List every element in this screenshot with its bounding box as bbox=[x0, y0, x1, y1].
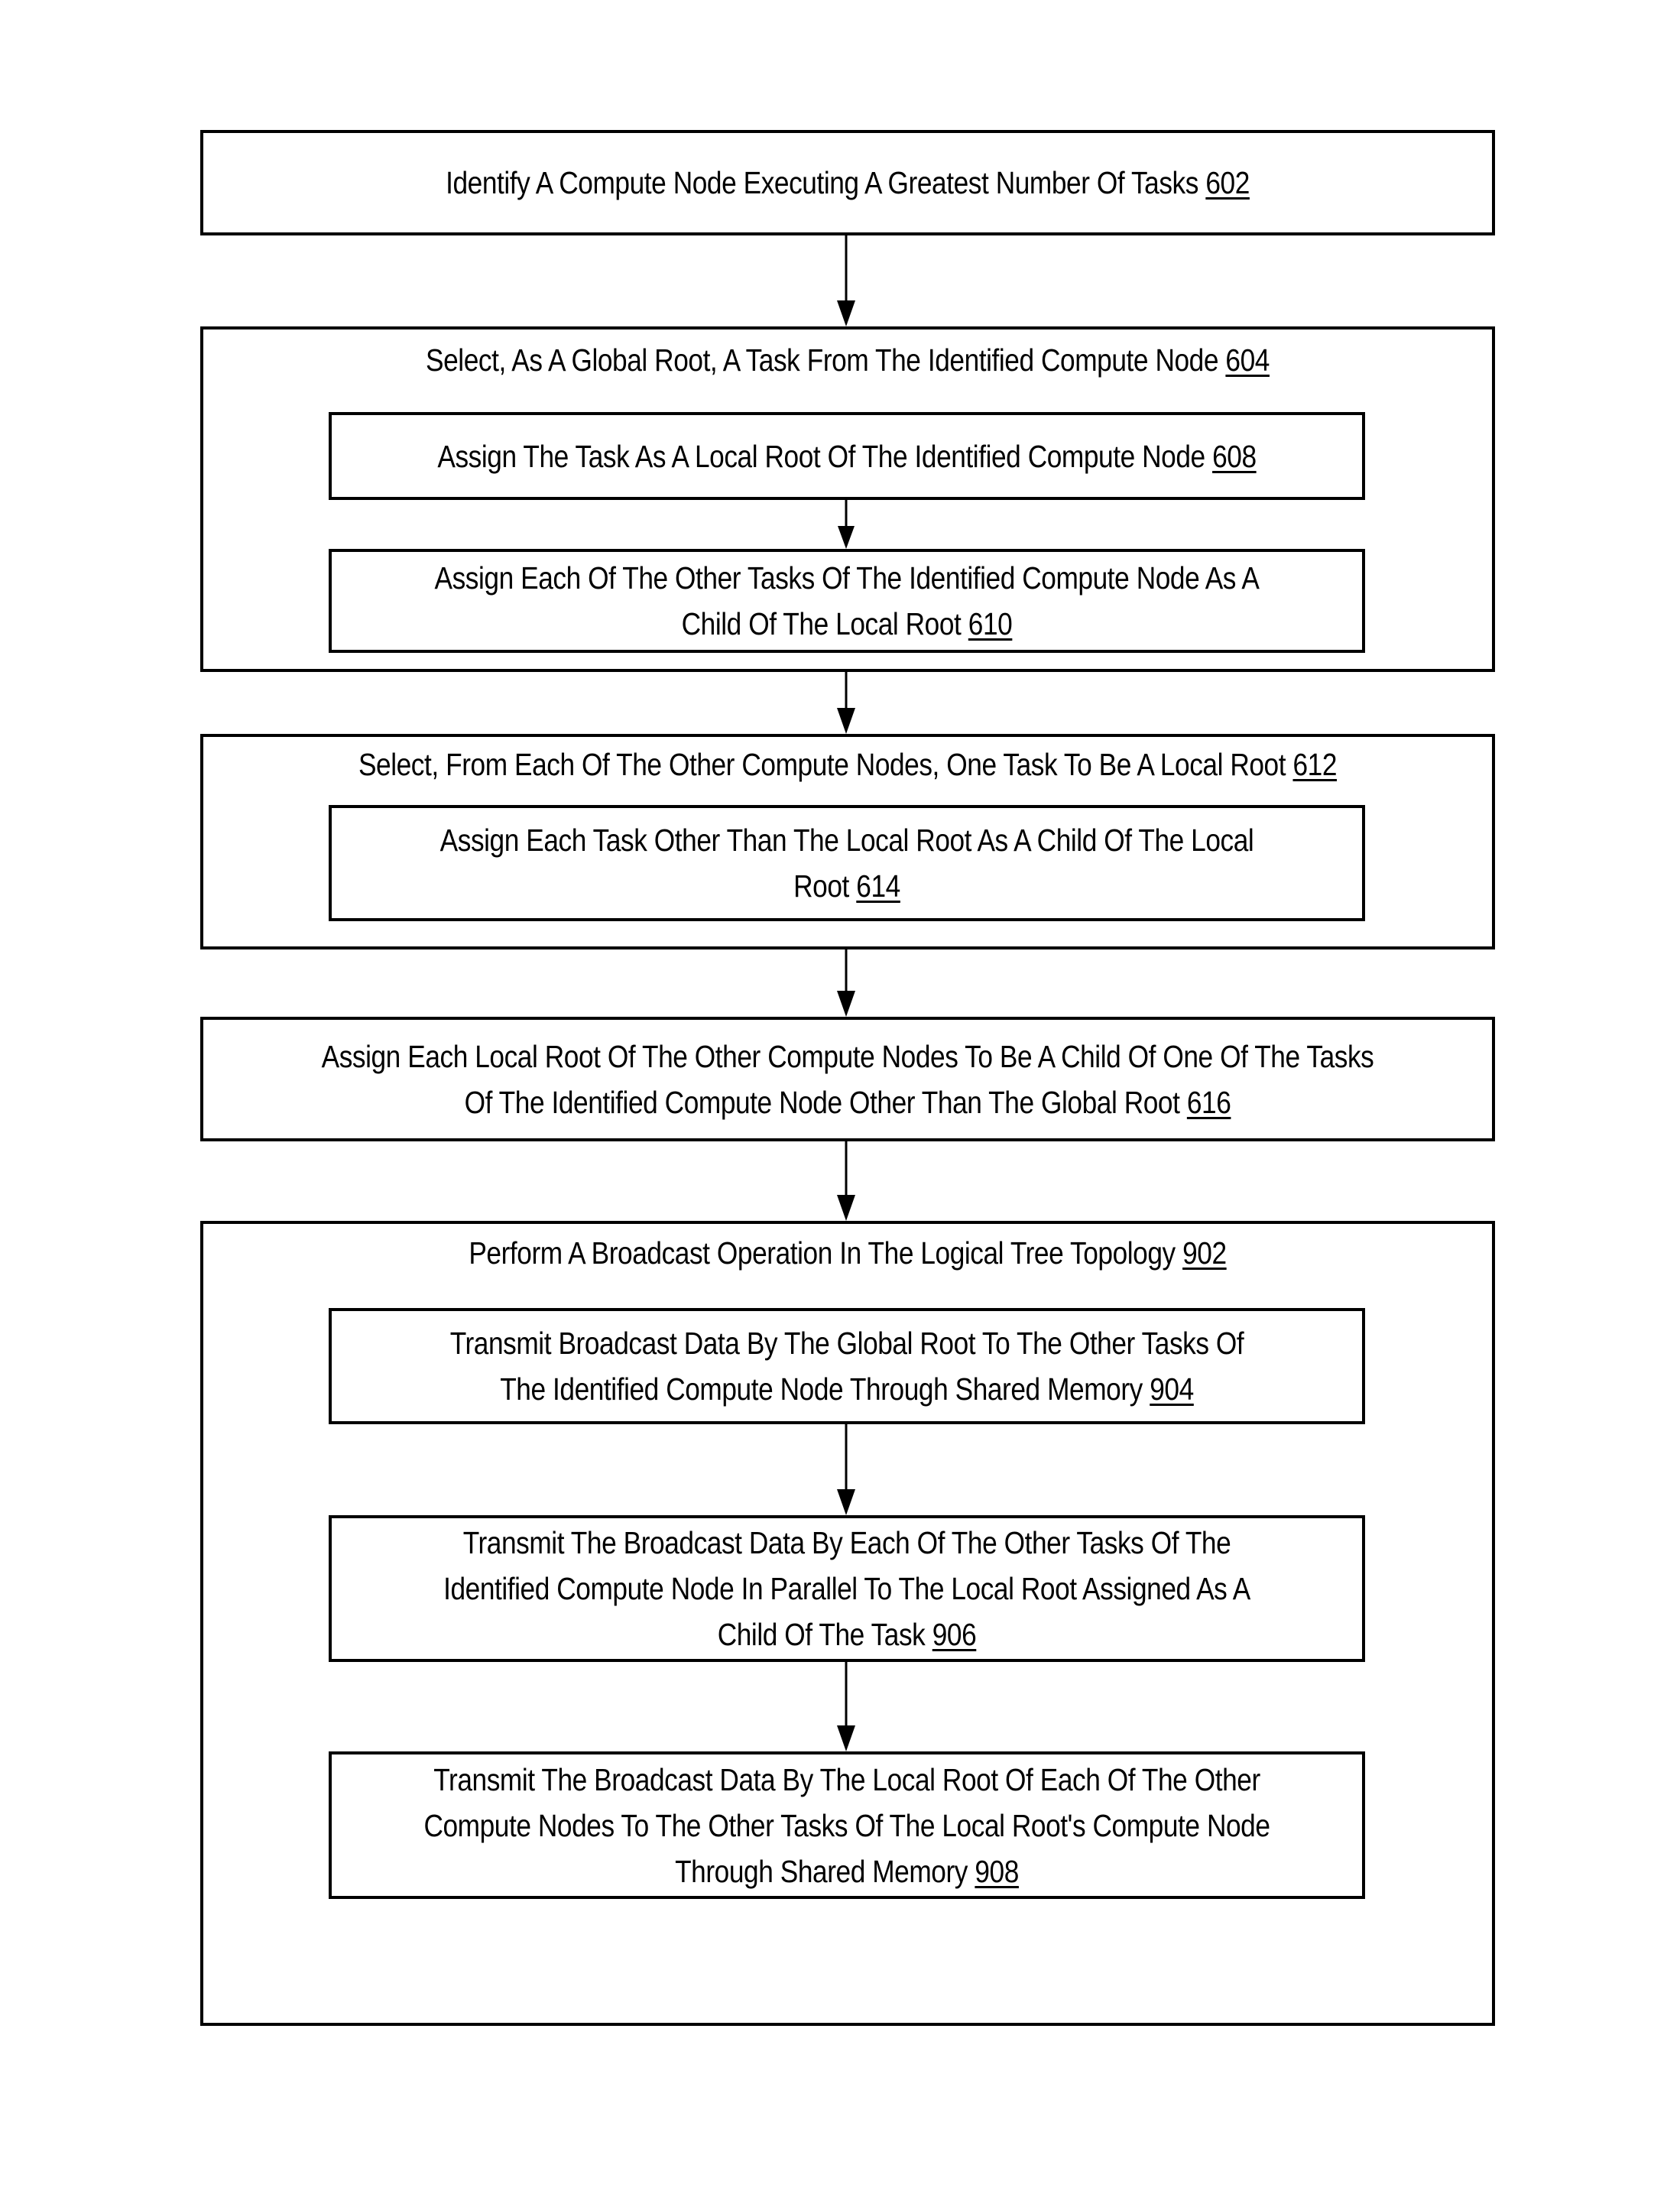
flow-arrows bbox=[837, 235, 855, 1751]
arrow-904-to-906 bbox=[837, 1424, 855, 1515]
arrow-906-to-908 bbox=[837, 1662, 855, 1751]
arrow-616-to-902 bbox=[837, 1141, 855, 1221]
arrow-608-to-610 bbox=[838, 500, 855, 549]
arrow-604-to-612 bbox=[837, 672, 855, 734]
arrow-602-to-604 bbox=[837, 235, 855, 326]
arrow-612-to-616 bbox=[837, 949, 855, 1017]
